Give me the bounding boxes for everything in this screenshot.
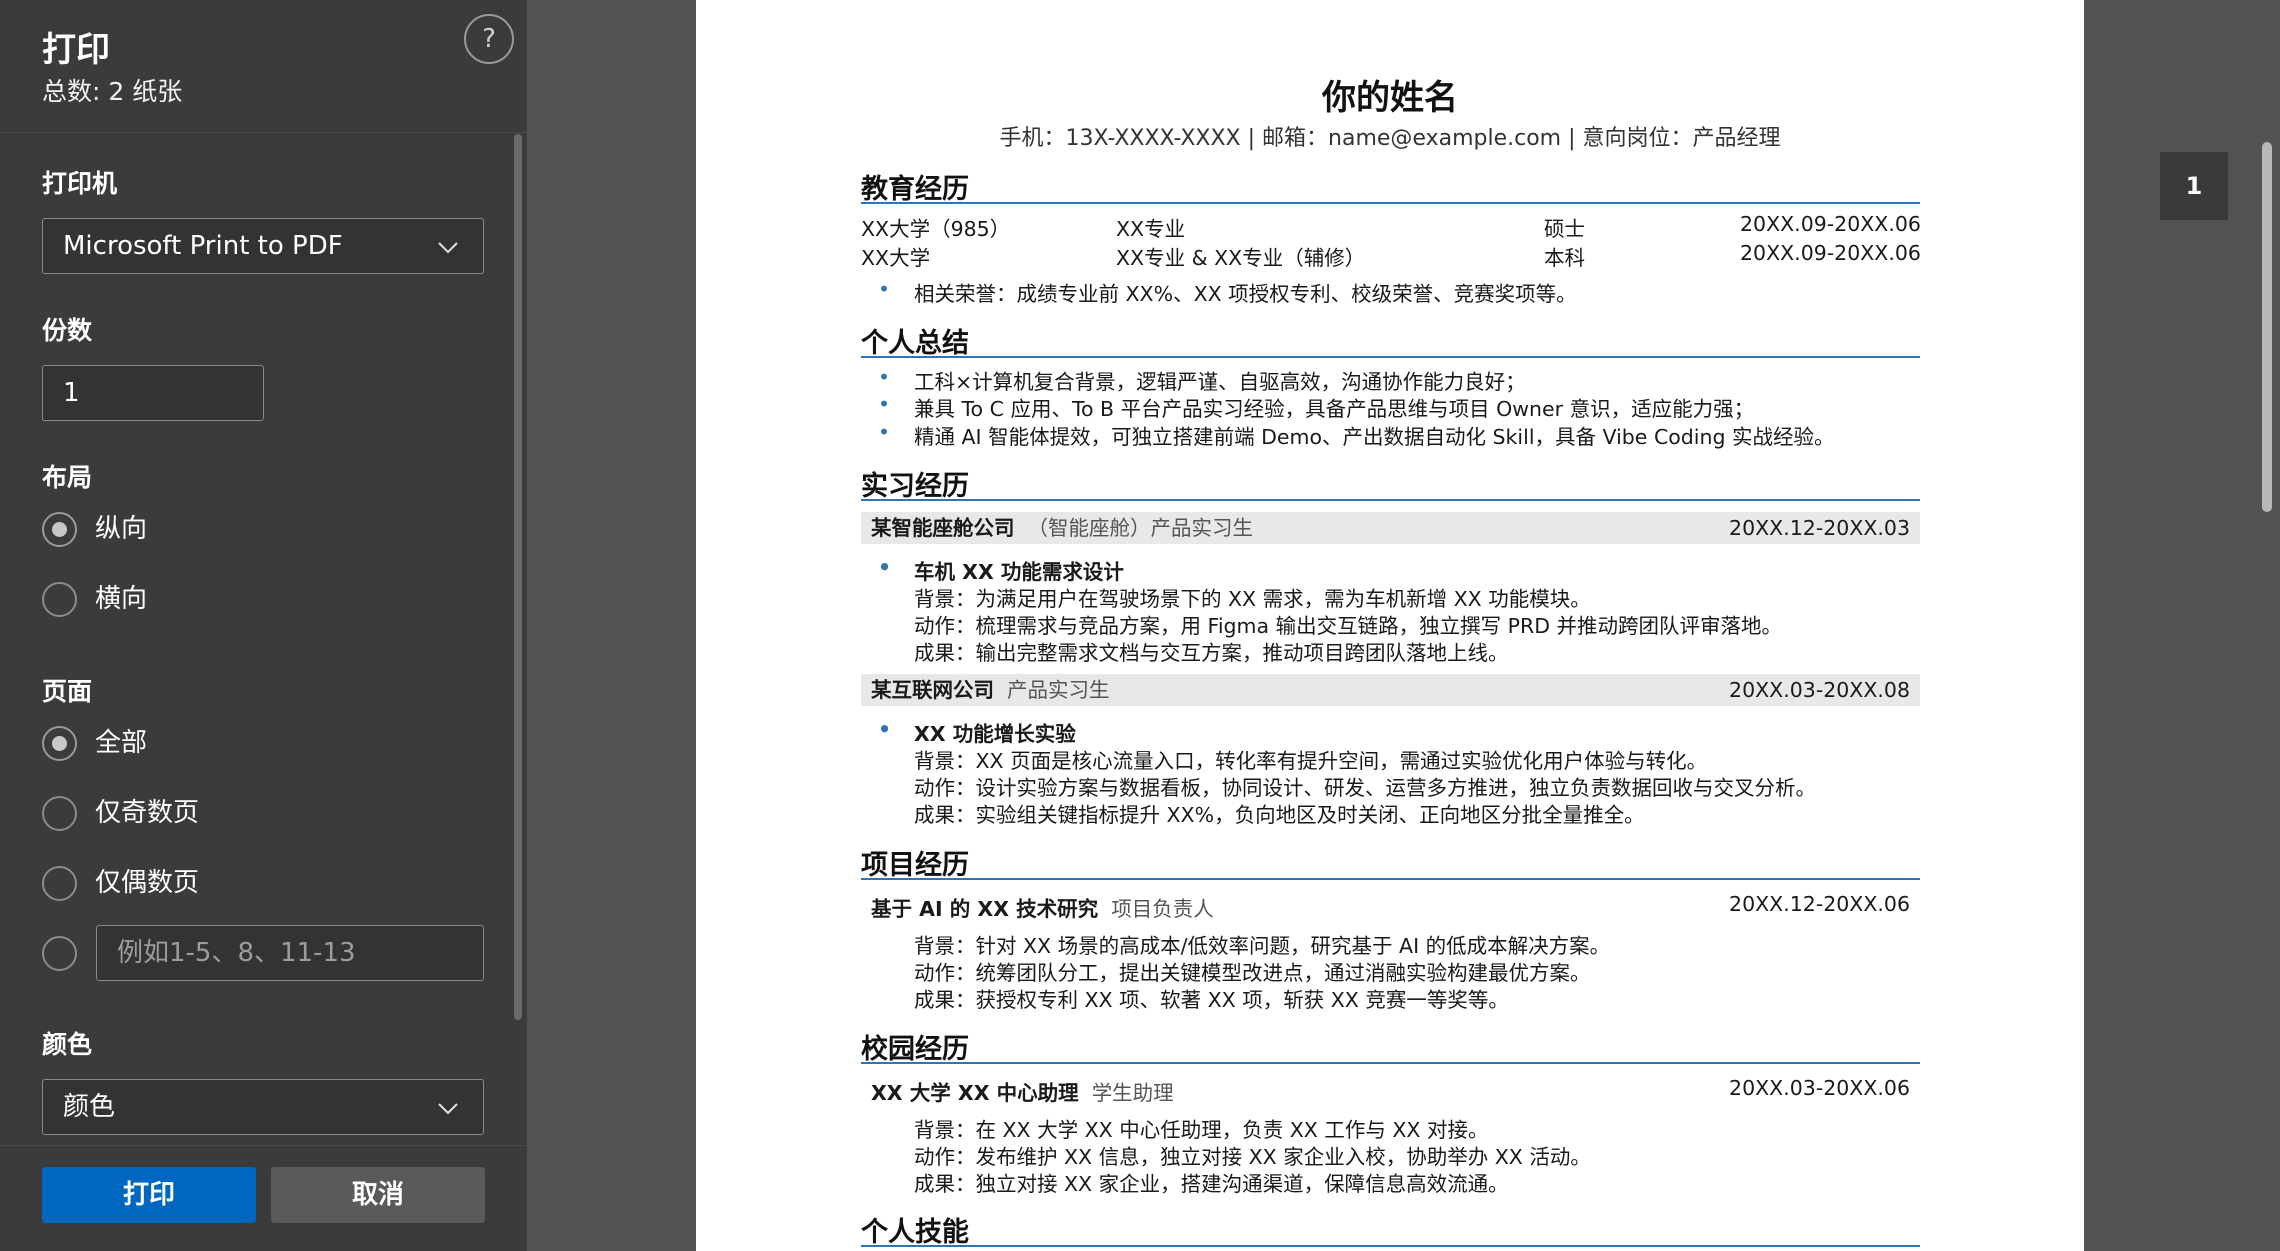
radio-label: 纵向	[95, 514, 148, 544]
job-date: 20XX.03-20XX.08	[1729, 678, 1910, 702]
job-company: 某智能座舱公司	[871, 516, 1015, 540]
printer-select[interactable]: Microsoft Print to PDF	[42, 218, 484, 274]
chevron-down-icon	[438, 1103, 458, 1115]
section-rule	[861, 202, 1920, 204]
radio-unchecked[interactable]	[42, 796, 77, 831]
radio-checked[interactable]	[42, 726, 77, 761]
job-detail: 背景：XX 页面是核心流量入口，转化率有提升空间，需通过实验优化用户体验与转化。	[914, 749, 1708, 773]
summary-item: 兼具 To C 应用、To B 平台产品实习经验，具备产品思维与项目 Owner…	[878, 392, 1754, 422]
cancel-button[interactable]: 取消	[271, 1167, 485, 1223]
help-button[interactable]: ?	[464, 14, 514, 64]
job-company: 某互联网公司	[871, 678, 994, 702]
campus-detail: 成果：独立对接 XX 家企业，搭建沟通渠道，保障信息高效流通。	[914, 1172, 1509, 1196]
job-role: （智能座舱）产品实习生	[1027, 516, 1254, 540]
sheet-count: 总数: 2 纸张	[42, 77, 183, 106]
job-date: 20XX.12-20XX.03	[1729, 516, 1910, 540]
edu-degree: 本科	[1544, 246, 1585, 270]
project-detail: 动作：统筹团队分工，提出关键模型改进点，通过消融实验构建最优方案。	[914, 961, 1591, 985]
edu-school: XX大学	[861, 246, 931, 270]
section-rule	[861, 878, 1920, 880]
radio-unchecked[interactable]	[42, 936, 77, 971]
page-number-badge[interactable]: 1	[2160, 152, 2228, 220]
print-settings-panel: 打印 总数: 2 纸张 ? 打印机 Microsoft Print to PDF…	[0, 0, 527, 1251]
job-header: 某互联网公司 产品实习生 20XX.03-20XX.08	[861, 674, 1920, 706]
edu-honor: 相关荣誉：成绩专业前 XX%、XX 项授权专利、校级荣誉、竞赛奖项等。	[878, 277, 1577, 307]
section-rule	[861, 1245, 1920, 1247]
summary-item: 精通 AI 智能体提效，可独立搭建前端 Demo、产出数据自动化 Skill，具…	[878, 420, 1835, 450]
print-preview-page: 你的姓名 手机：13X-XXXX-XXXX | 邮箱：name@example.…	[696, 0, 2084, 1251]
section-title-summary: 个人总结	[861, 328, 969, 359]
project-header: 基于 AI 的 XX 技术研究 项目负责人 20XX.12-20XX.06	[861, 892, 1920, 922]
campus-date: 20XX.03-20XX.06	[1729, 1076, 1910, 1100]
job-detail: 动作：梳理需求与竞品方案，用 Figma 输出交互链路，独立撰写 PRD 并推动…	[914, 614, 1782, 638]
section-title-skills: 个人技能	[861, 1217, 969, 1248]
project-date: 20XX.12-20XX.06	[1729, 892, 1910, 916]
edu-school: XX大学（985）	[861, 217, 1011, 241]
radio-label: 仅奇数页	[95, 798, 200, 828]
radio-label: 横向	[95, 584, 148, 614]
campus-detail: 动作：发布维护 XX 信息，独立对接 XX 家企业入校，协助举办 XX 活动。	[914, 1145, 1591, 1169]
panel-scrollbar[interactable]	[514, 134, 522, 1020]
edu-major: XX专业 & XX专业（辅修）	[1116, 246, 1366, 270]
job-detail: 背景：为满足用户在驾驶场景下的 XX 需求，需为车机新增 XX 功能模块。	[914, 587, 1591, 611]
chevron-down-icon	[438, 242, 458, 254]
edu-date: 20XX.09-20XX.06	[1740, 212, 1921, 236]
color-select[interactable]: 颜色	[42, 1079, 484, 1135]
campus-detail: 背景：在 XX 大学 XX 中心任助理，负责 XX 工作与 XX 对接。	[914, 1118, 1489, 1142]
section-title-projects: 项目经历	[861, 850, 969, 881]
page-range-input[interactable]: 例如1-5、8、11-13	[96, 925, 484, 981]
question-mark-icon: ?	[482, 24, 496, 54]
job-role: 产品实习生	[1007, 678, 1110, 702]
job-project: 车机 XX 功能需求设计	[878, 555, 1124, 585]
summary-item: 工科×计算机复合背景，逻辑严谨、自驱高效，沟通协作能力良好；	[878, 365, 1526, 395]
preview-scrollbar[interactable]	[2262, 142, 2272, 512]
printer-label: 打印机	[42, 169, 118, 198]
section-title-internship: 实习经历	[861, 471, 969, 502]
job-detail: 成果：输出完整需求文档与交互方案，推动项目跨团队落地上线。	[914, 641, 1509, 665]
edu-date: 20XX.09-20XX.06	[1740, 241, 1921, 265]
campus-role: 学生助理	[1091, 1081, 1174, 1105]
layout-label: 布局	[42, 463, 93, 492]
color-label: 颜色	[42, 1030, 93, 1059]
copies-label: 份数	[42, 316, 93, 345]
project-detail: 背景：针对 XX 场景的高成本/低效率问题，研究基于 AI 的低成本解决方案。	[914, 934, 1611, 958]
pages-label: 页面	[42, 677, 93, 706]
printer-select-value: Microsoft Print to PDF	[63, 231, 343, 261]
section-title-education: 教育经历	[861, 174, 969, 205]
project-role: 项目负责人	[1111, 897, 1214, 921]
radio-label: 全部	[95, 728, 148, 758]
job-header: 某智能座舱公司 （智能座舱）产品实习生 20XX.12-20XX.03	[861, 512, 1920, 544]
radio-unchecked[interactable]	[42, 582, 77, 617]
section-rule	[861, 356, 1920, 358]
copies-input[interactable]: 1	[42, 365, 264, 421]
radio-unchecked[interactable]	[42, 866, 77, 901]
project-detail: 成果：获授权专利 XX 项、软著 XX 项，斩获 XX 竞赛一等奖等。	[914, 988, 1509, 1012]
section-title-campus: 校园经历	[861, 1034, 969, 1065]
project-name: 基于 AI 的 XX 技术研究	[871, 897, 1099, 921]
job-project: XX 功能增长实验	[878, 717, 1076, 747]
resume-contact: 手机：13X-XXXX-XXXX | 邮箱：name@example.com |…	[999, 126, 1781, 151]
print-button[interactable]: 打印	[42, 1167, 256, 1223]
radio-label: 仅偶数页	[95, 868, 200, 898]
edu-major: XX专业	[1116, 217, 1186, 241]
job-detail: 动作：设计实验方案与数据看板，协同设计、研发、运营多方推进，独立负责数据回收与交…	[914, 776, 1816, 800]
section-rule	[861, 1062, 1920, 1064]
edu-degree: 硕士	[1544, 217, 1585, 241]
campus-name: XX 大学 XX 中心助理	[871, 1081, 1079, 1105]
campus-header: XX 大学 XX 中心助理 学生助理 20XX.03-20XX.06	[861, 1076, 1920, 1106]
resume-name: 你的姓名	[1322, 78, 1458, 118]
color-select-value: 颜色	[63, 1092, 116, 1122]
header-divider	[0, 132, 527, 133]
dialog-title: 打印	[42, 30, 110, 70]
section-rule	[861, 499, 1920, 501]
radio-checked[interactable]	[42, 512, 77, 547]
job-detail: 成果：实验组关键指标提升 XX%，负向地区及时关闭、正向地区分批全量推全。	[914, 803, 1645, 827]
